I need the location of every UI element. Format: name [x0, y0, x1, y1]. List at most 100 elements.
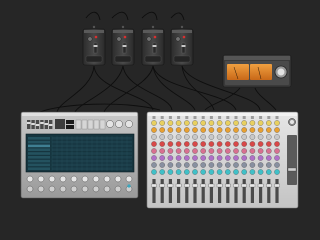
channel-knob[interactable]: [249, 141, 256, 147]
synth-knob[interactable]: [103, 175, 111, 183]
channel-knob[interactable]: [167, 134, 174, 140]
channel-knob[interactable]: [225, 162, 231, 168]
channel-knob[interactable]: [241, 169, 247, 175]
channel-knob[interactable]: [175, 162, 182, 168]
synth-knob[interactable]: [37, 175, 45, 183]
channel-knob[interactable]: [192, 162, 198, 168]
channel-fader[interactable]: [241, 183, 247, 188]
synth-top-slider-thumb[interactable]: [35, 124, 40, 126]
synth-list-row[interactable]: [28, 152, 50, 155]
channel-knob[interactable]: [257, 134, 264, 140]
channel-knob[interactable]: [159, 155, 165, 161]
channel-knob[interactable]: [216, 141, 223, 147]
synth-list-row[interactable]: [28, 163, 50, 167]
channel-knob[interactable]: [184, 127, 190, 133]
channel-knob[interactable]: [274, 169, 280, 175]
pedal-2[interactable]: [111, 25, 135, 66]
channel-knob[interactable]: [241, 148, 247, 154]
synth-preset-button[interactable]: [99, 119, 106, 130]
channel-knob[interactable]: [192, 155, 198, 161]
channel-knob[interactable]: [167, 120, 174, 126]
channel-knob[interactable]: [192, 141, 198, 147]
channel-knob[interactable]: [233, 134, 239, 140]
channel-knob[interactable]: [208, 127, 215, 133]
pedal-footswitch[interactable]: [114, 55, 132, 63]
channel-knob[interactable]: [233, 148, 239, 154]
channel-knob[interactable]: [225, 141, 231, 147]
channel-knob[interactable]: [175, 127, 182, 133]
synth-knob[interactable]: [92, 175, 100, 183]
synth-list-row[interactable]: [28, 167, 50, 170]
pedal-3[interactable]: [141, 25, 165, 66]
channel-knob[interactable]: [200, 169, 206, 175]
synth-top-knob[interactable]: [115, 120, 123, 128]
channel-knob[interactable]: [167, 155, 174, 161]
synth-knob[interactable]: [81, 185, 89, 193]
channel-knob[interactable]: [184, 155, 190, 161]
channel-knob[interactable]: [249, 134, 256, 140]
channel-knob[interactable]: [274, 155, 280, 161]
channel-fader[interactable]: [233, 183, 239, 188]
channel-knob[interactable]: [159, 162, 165, 168]
channel-knob[interactable]: [257, 141, 264, 147]
channel-knob[interactable]: [241, 120, 247, 126]
vu-meter-unit[interactable]: [222, 54, 292, 88]
channel-knob[interactable]: [192, 134, 198, 140]
vu-gain-knob[interactable]: [274, 65, 288, 79]
channel-knob[interactable]: [151, 169, 157, 175]
channel-knob[interactable]: [208, 141, 215, 147]
synth-knob[interactable]: [48, 185, 56, 193]
channel-knob[interactable]: [200, 148, 206, 154]
channel-fader[interactable]: [151, 183, 157, 188]
channel-knob[interactable]: [266, 148, 272, 154]
channel-knob[interactable]: [208, 134, 215, 140]
channel-knob[interactable]: [249, 127, 256, 133]
channel-knob[interactable]: [208, 148, 215, 154]
synth-knob[interactable]: [48, 175, 56, 183]
channel-knob[interactable]: [175, 120, 182, 126]
channel-knob[interactable]: [167, 148, 174, 154]
pedal-footswitch[interactable]: [85, 55, 103, 63]
channel-knob[interactable]: [241, 127, 247, 133]
channel-knob[interactable]: [216, 169, 223, 175]
pedal-knob[interactable]: [146, 36, 152, 42]
pedal-knob[interactable]: [87, 36, 93, 42]
pedal-1[interactable]: [82, 25, 106, 66]
channel-knob[interactable]: [159, 120, 165, 126]
channel-knob[interactable]: [159, 141, 165, 147]
synth-top-knob[interactable]: [125, 120, 133, 128]
channel-knob[interactable]: [225, 155, 231, 161]
master-fader[interactable]: [287, 167, 297, 172]
channel-knob[interactable]: [249, 120, 256, 126]
synth-knob[interactable]: [125, 175, 133, 183]
channel-knob[interactable]: [151, 141, 157, 147]
channel-knob[interactable]: [249, 148, 256, 154]
channel-knob[interactable]: [192, 169, 198, 175]
pedal-slider-thumb[interactable]: [122, 45, 127, 47]
synth-knob[interactable]: [70, 185, 78, 193]
channel-knob[interactable]: [241, 134, 247, 140]
channel-fader[interactable]: [159, 183, 165, 188]
channel-knob[interactable]: [257, 169, 264, 175]
channel-knob[interactable]: [167, 141, 174, 147]
pedal-slider-thumb[interactable]: [93, 45, 98, 47]
channel-knob[interactable]: [208, 162, 215, 168]
channel-knob[interactable]: [159, 127, 165, 133]
channel-knob[interactable]: [208, 120, 215, 126]
synth-list-row[interactable]: [28, 144, 50, 148]
channel-knob[interactable]: [233, 127, 239, 133]
channel-knob[interactable]: [216, 148, 223, 154]
channel-knob[interactable]: [266, 155, 272, 161]
synth-knob[interactable]: [103, 185, 111, 193]
channel-knob[interactable]: [184, 120, 190, 126]
channel-knob[interactable]: [200, 120, 206, 126]
synth-preset-button[interactable]: [75, 119, 82, 130]
pedal-footswitch[interactable]: [173, 55, 191, 63]
channel-knob[interactable]: [233, 169, 239, 175]
synth-top-slider[interactable]: [27, 120, 31, 129]
channel-knob[interactable]: [274, 134, 280, 140]
channel-fader[interactable]: [225, 183, 231, 188]
pedal-4[interactable]: [170, 25, 194, 66]
channel-fader[interactable]: [274, 183, 280, 188]
channel-fader[interactable]: [175, 183, 182, 188]
